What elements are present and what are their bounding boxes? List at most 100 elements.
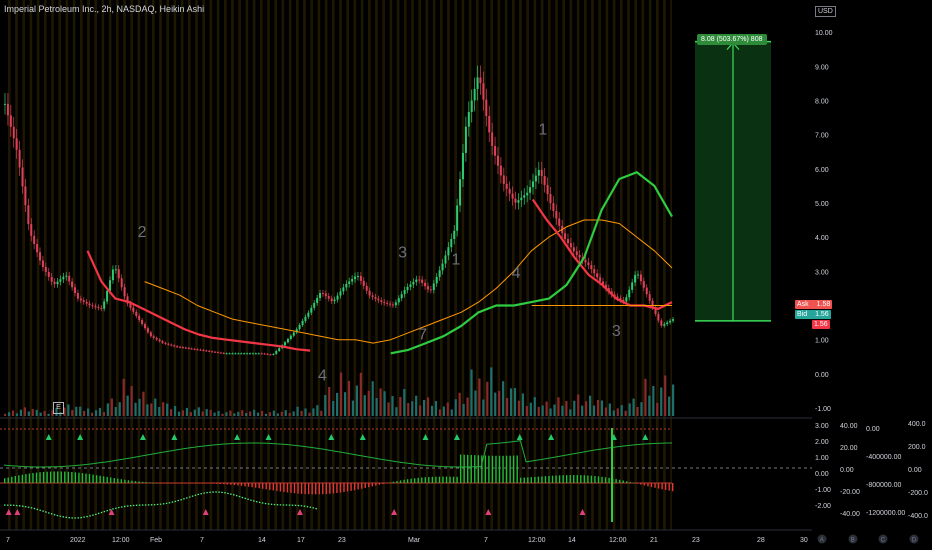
wave-label: 1 (538, 122, 547, 139)
candle-body (319, 293, 322, 298)
candle-body (173, 345, 176, 347)
candle-body (634, 275, 637, 283)
histogram-bar (223, 483, 225, 485)
histogram-bar (459, 454, 462, 483)
session-stripe (116, 0, 119, 530)
time-tick-label: Mar (408, 537, 421, 544)
time-tick-label: 30 (800, 537, 808, 544)
histogram-bar (565, 475, 568, 483)
candle-body (473, 88, 476, 101)
candle-body (526, 192, 529, 196)
volume-bar (391, 396, 394, 416)
volume-bar (351, 400, 355, 416)
histogram-bar (81, 473, 84, 483)
wave-label: 3 (612, 323, 621, 340)
candle-body (441, 263, 444, 271)
time-tick-label: 14 (258, 537, 266, 544)
session-stripe (44, 0, 47, 530)
session-stripe (188, 0, 191, 530)
candle-body (225, 353, 228, 355)
earnings-event-icon[interactable]: E (53, 402, 64, 414)
candle-body (222, 352, 225, 354)
candle-body (663, 324, 666, 326)
volume-bar (260, 411, 264, 416)
histogram-bar (657, 483, 660, 489)
bid-badge: Bid 1.56 (795, 310, 831, 319)
candle-body (321, 293, 324, 295)
currency-badge[interactable]: USD (815, 6, 836, 17)
histogram-bar (117, 478, 119, 483)
histogram-bar (46, 471, 48, 483)
candle-body (365, 285, 368, 291)
volume-bar (19, 409, 23, 416)
session-stripe (555, 0, 558, 530)
candle-body (578, 254, 581, 258)
volume-bar (537, 406, 540, 416)
price-tick-label: 10.00 (815, 30, 833, 37)
volume-bar (43, 411, 46, 416)
session-stripe (533, 0, 537, 530)
price-tick-label: -1.00 (815, 406, 831, 413)
volume-bar (328, 387, 331, 416)
candle-body (254, 353, 257, 355)
session-stripe (648, 0, 652, 530)
histogram-bar (456, 476, 458, 483)
histogram-bar (21, 474, 24, 483)
time-tick-label: 7 (6, 537, 10, 544)
histogram-bar (307, 483, 310, 495)
candle-body (135, 311, 138, 316)
volume-bar (640, 402, 643, 416)
session-stripe (468, 0, 472, 530)
histogram-bar (138, 481, 140, 483)
volume-bar (229, 410, 232, 416)
candle-body (91, 305, 94, 307)
volume-bar (399, 397, 402, 416)
session-stripe (65, 0, 69, 530)
volume-osc-tick-label: -1200000.00 (866, 510, 905, 517)
candle-body (53, 281, 56, 285)
candle-body (348, 281, 351, 284)
volume-bar (27, 411, 30, 416)
accum-tick-label: 200.0 (908, 444, 926, 451)
volume-bar (324, 395, 327, 416)
candle-body (438, 270, 441, 277)
histogram-bar (647, 483, 649, 487)
session-stripe (267, 0, 270, 530)
candle-body (628, 289, 631, 298)
histogram-bar (463, 454, 465, 483)
histogram-bar (85, 473, 87, 483)
candle-body (310, 307, 313, 313)
session-stripe (252, 0, 256, 530)
histogram-bar (431, 476, 434, 483)
candle-body (371, 295, 374, 298)
volume-bar (660, 387, 663, 416)
candle-body (202, 350, 205, 352)
candle-body (228, 353, 231, 355)
volume-bar (458, 392, 461, 416)
volume-bar (268, 412, 272, 416)
histogram-bar (28, 473, 31, 483)
candle-body (467, 111, 470, 127)
session-stripe (504, 0, 508, 530)
histogram-bar (353, 483, 356, 491)
candle-body (30, 224, 33, 236)
candle-body (354, 276, 357, 280)
histogram-bar (385, 483, 388, 484)
volume-bar (221, 413, 224, 416)
volume-bar (581, 405, 584, 416)
volume-bar (379, 388, 382, 416)
session-stripe (339, 0, 342, 530)
candle-body (12, 126, 15, 139)
candle-body (234, 353, 237, 355)
candle-body (251, 353, 254, 355)
candle-body (205, 350, 208, 352)
volume-bar (672, 384, 675, 416)
session-stripe (72, 0, 76, 530)
price-chart[interactable]: 23471413 10.009.008.007.006.005.004.003.… (0, 0, 932, 550)
candle-body (170, 344, 173, 346)
volume-bar (482, 399, 485, 416)
candle-body (56, 281, 59, 285)
volume-bar (245, 413, 248, 416)
candle-body (494, 145, 497, 156)
volume-bar (529, 402, 532, 416)
